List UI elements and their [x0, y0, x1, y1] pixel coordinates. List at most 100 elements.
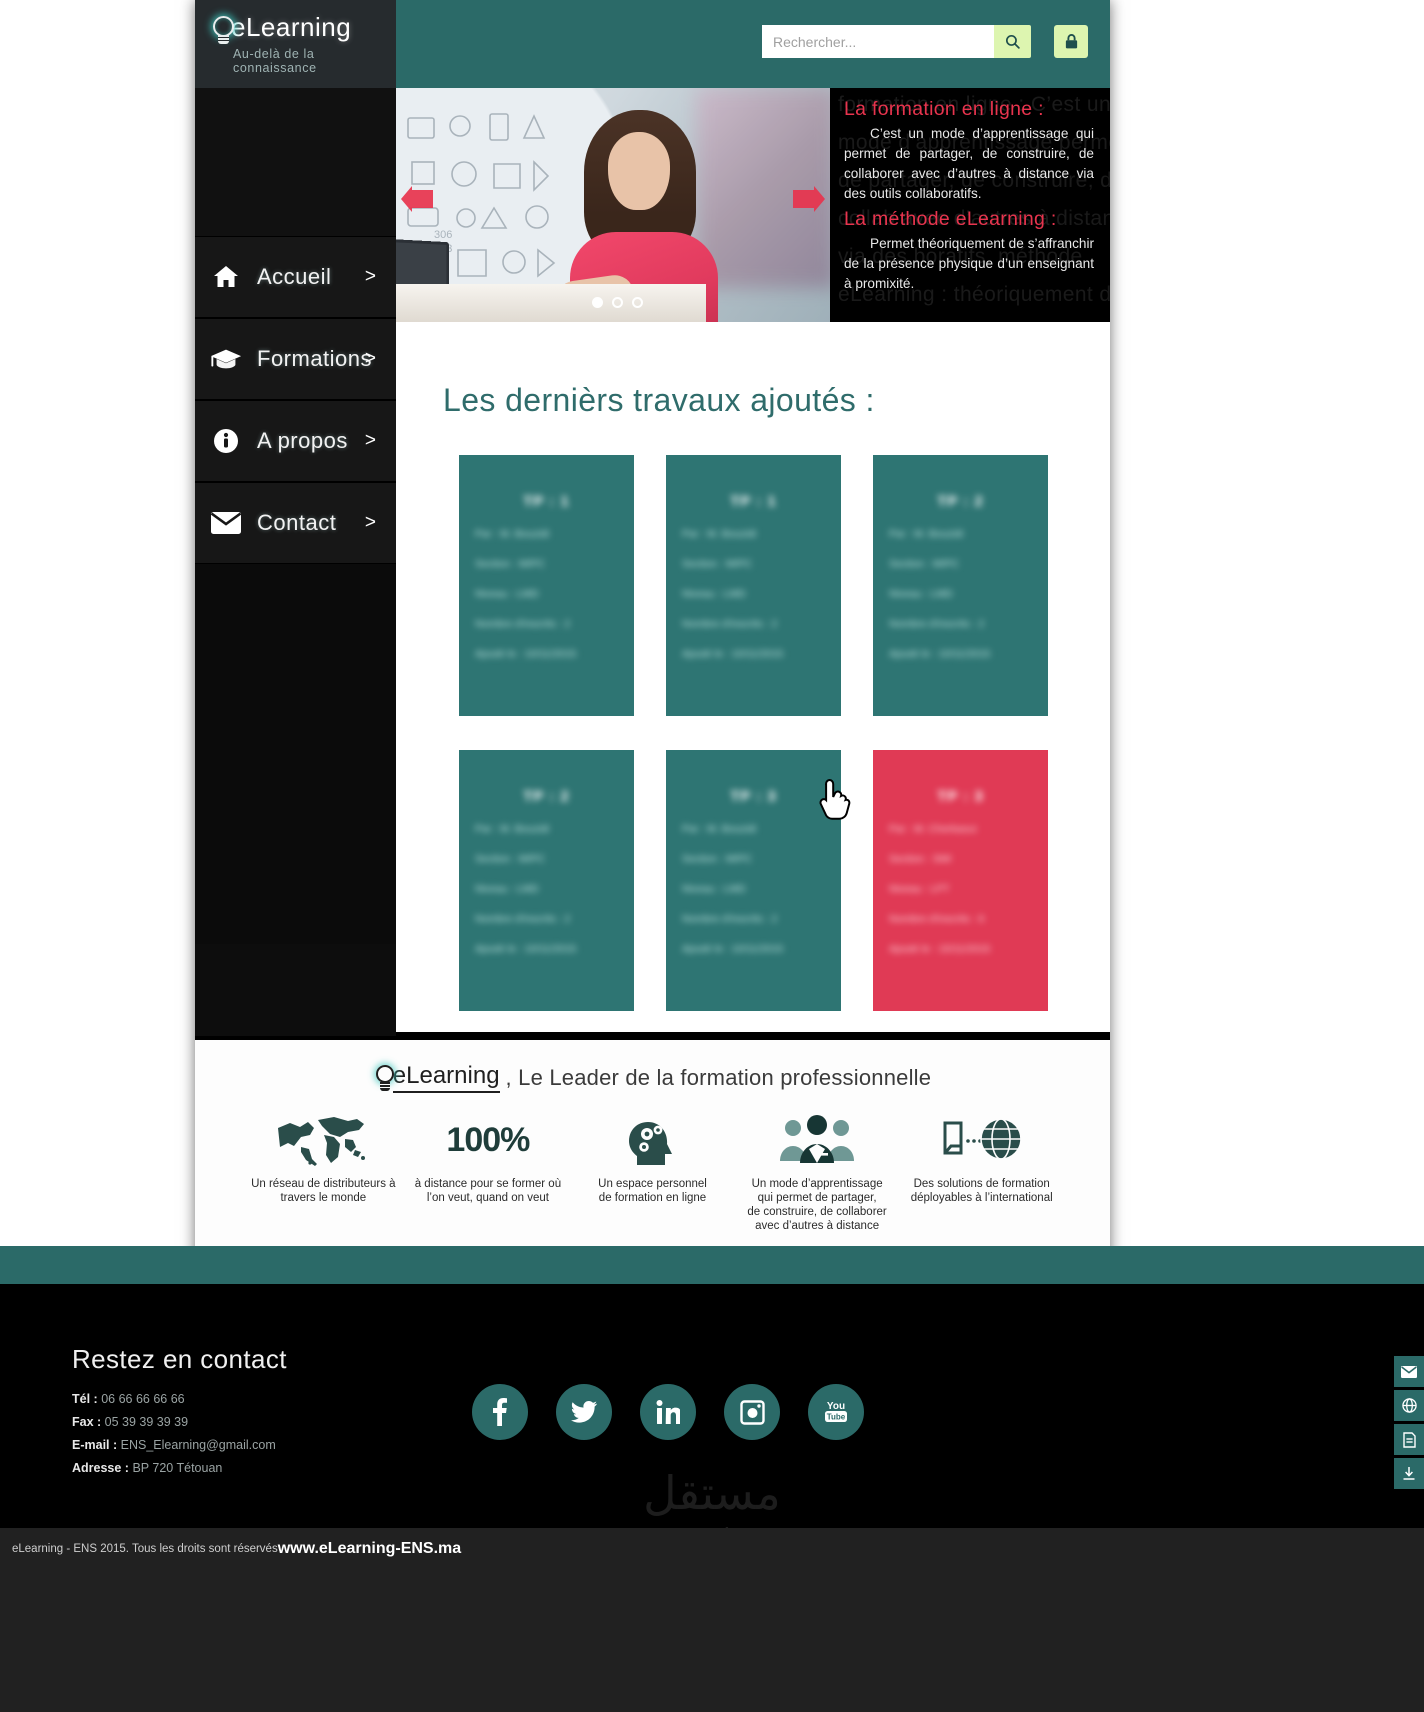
work-card-row: Nombre d'inscrits : 2	[475, 618, 571, 630]
slide-dots[interactable]	[592, 297, 643, 308]
side-rail	[1394, 1356, 1424, 1492]
search-button[interactable]	[994, 25, 1031, 58]
youtube-link[interactable]: You Tube	[808, 1384, 864, 1440]
work-card-hovered[interactable]: TP : 3 Par : M. Cherkaoui Section : SMI …	[873, 750, 1048, 1011]
people-group-icon	[735, 1109, 900, 1171]
contact-row: E-mail : ENS_Elearning@gmail.com	[72, 1438, 276, 1452]
work-card-row: Par : M. Bouzidi	[682, 528, 757, 540]
header-tools	[762, 25, 1088, 58]
site-logo[interactable]: eLearning Au-delà de la connaissance	[195, 0, 396, 88]
info-circle-icon	[195, 428, 257, 454]
page-root: eLearning Au-delà de la connaissance Rec…	[0, 0, 1424, 1712]
copyright-site[interactable]: www.eLearning-ENS.ma	[278, 1540, 461, 1558]
slide-dot-2[interactable]	[612, 297, 623, 308]
globe-rail-button[interactable]	[1394, 1390, 1424, 1421]
features-headline: eLearning , Le Leader de la formation pr…	[195, 1040, 1110, 1093]
copyright-bar: eLearning - ENS 2015. Tous les droits so…	[0, 1528, 1424, 1570]
page-title: Les dernièrs travaux ajoutés :	[443, 382, 875, 418]
work-card-row: Par : M. Bouzidi	[682, 823, 757, 835]
work-card-row: Par : M. Bouzidi	[475, 528, 550, 540]
work-card-row: Section : MIPC	[682, 558, 753, 570]
main-content: Les dernièrs travaux ajoutés : TP : 1 Pa…	[396, 322, 1110, 1032]
graduation-cap-icon	[195, 347, 257, 371]
download-rail-button[interactable]	[1394, 1458, 1424, 1489]
globe-rail-icon	[1401, 1398, 1417, 1413]
sidebar-item-formations[interactable]: Formations >	[195, 318, 396, 400]
work-card-row: Nombre d'inscrits : 2	[682, 618, 778, 630]
next-slide-arrow[interactable]	[792, 186, 826, 212]
download-rail-icon	[1403, 1467, 1415, 1480]
work-card-row: Niveau : LMD	[682, 883, 746, 895]
work-card-row: Section : MIPC	[475, 853, 546, 865]
globe-doc-icon	[899, 1109, 1064, 1171]
lightbulb-icon	[211, 15, 237, 46]
work-card-row: Niveau : LMD	[889, 588, 953, 600]
sidebar-label: Contact	[257, 510, 337, 535]
work-card-row: Ajouté le : 10/11/2015	[682, 648, 784, 660]
feature-item: Des solutions de formation déployables à …	[899, 1109, 1064, 1233]
work-card-title: TP : 3	[937, 788, 984, 805]
search-icon	[1005, 34, 1020, 49]
work-card-row: Ajouté le : 10/11/2015	[889, 648, 991, 660]
work-card-row: Nombre d'inscrits : 2	[682, 913, 778, 925]
contact-label: E-mail :	[72, 1438, 118, 1452]
work-card[interactable]: TP : 1 Par : M. Bouzidi Section : MIPC N…	[666, 455, 841, 716]
banner-heading-2: La méthode eLearning :	[844, 208, 1057, 230]
twitter-link[interactable]	[556, 1384, 612, 1440]
work-card-row: Par : M. Cherkaoui	[889, 823, 977, 835]
contact-row: Fax : 05 39 39 39 39	[72, 1415, 276, 1429]
sidebar-item-contact[interactable]: Contact >	[195, 482, 396, 564]
feature-caption: Un mode d’apprentissage qui permet de par…	[747, 1178, 887, 1232]
lightbulb-icon	[374, 1063, 398, 1093]
feature-caption: Un réseau de distributeurs à travers le m…	[251, 1178, 396, 1204]
envelope-icon	[195, 512, 257, 534]
instagram-link[interactable]	[724, 1384, 780, 1440]
chevron-right-icon: >	[364, 266, 376, 287]
sidebar-label: A propos	[257, 428, 348, 453]
mail-rail-icon	[1401, 1365, 1417, 1378]
work-card-row: Ajouté le : 10/11/2015	[682, 943, 784, 955]
svg-text:You: You	[827, 1401, 845, 1412]
logo-tagline: Au-delà de la connaissance	[233, 46, 317, 75]
work-card-row: Par : M. Bouzidi	[475, 823, 550, 835]
sidebar-item-a-propos[interactable]: A propos >	[195, 400, 396, 482]
work-card-row: Section : MIPC	[682, 853, 753, 865]
sidebar-item-accueil[interactable]: Accueil >	[195, 236, 396, 318]
twitter-icon	[571, 1401, 597, 1423]
work-card-row: Section : MIPC	[475, 558, 546, 570]
linkedin-link[interactable]	[640, 1384, 696, 1440]
sidebar-label: Accueil	[257, 264, 332, 289]
mouse-cursor-hand	[819, 778, 851, 820]
work-card-row: Niveau : LMD	[475, 883, 539, 895]
desk-graphic	[396, 284, 706, 322]
work-card-row: Section : SMI	[889, 853, 952, 865]
prev-slide-arrow[interactable]	[400, 186, 434, 212]
chevron-right-icon: >	[364, 512, 376, 533]
percent-icon: 100%	[446, 1120, 530, 1159]
sidebar-nav: Accueil > Formations > A propos > Contac…	[195, 88, 396, 1038]
left-gutter	[0, 0, 195, 1246]
facebook-link[interactable]	[472, 1384, 528, 1440]
logo-text: eLearning	[231, 11, 352, 42]
work-card[interactable]: TP : 2 Par : M. Bouzidi Section : MIPC N…	[873, 455, 1048, 716]
features-list: Un réseau de distributeurs à travers le m…	[195, 1093, 1110, 1233]
work-card-title: TP : 2	[523, 788, 570, 805]
features-tagline: , Le Leader de la formation professionne…	[505, 1064, 932, 1090]
contact-value: 06 66 66 66 66	[101, 1392, 185, 1406]
work-card[interactable]: TP : 1 Par : M. Bouzidi Section : MIPC N…	[459, 455, 634, 716]
work-card-row: Ajouté le : 10/11/2015	[475, 648, 577, 660]
login-button[interactable]	[1054, 25, 1088, 58]
feature-item: Un espace personnel de formation en ligne	[570, 1109, 735, 1233]
work-card-row: Section : MIPC	[889, 558, 960, 570]
hero-image[interactable]: 306 123	[396, 88, 830, 322]
slide-dot-1[interactable]	[592, 297, 603, 308]
work-card[interactable]: TP : 2 Par : M. Bouzidi Section : MIPC N…	[459, 750, 634, 1011]
slide-dot-3[interactable]	[632, 297, 643, 308]
hero-text-panel: formation en ligne : C’est un mode d’app…	[830, 88, 1110, 322]
sidebar-bottom-fill	[195, 564, 396, 944]
document-rail-button[interactable]	[1394, 1424, 1424, 1455]
work-card-row: Par : M. Bouzidi	[889, 528, 964, 540]
sidebar-top-spacer	[195, 88, 396, 236]
search-input[interactable]	[762, 25, 994, 58]
mail-rail-button[interactable]	[1394, 1356, 1424, 1387]
